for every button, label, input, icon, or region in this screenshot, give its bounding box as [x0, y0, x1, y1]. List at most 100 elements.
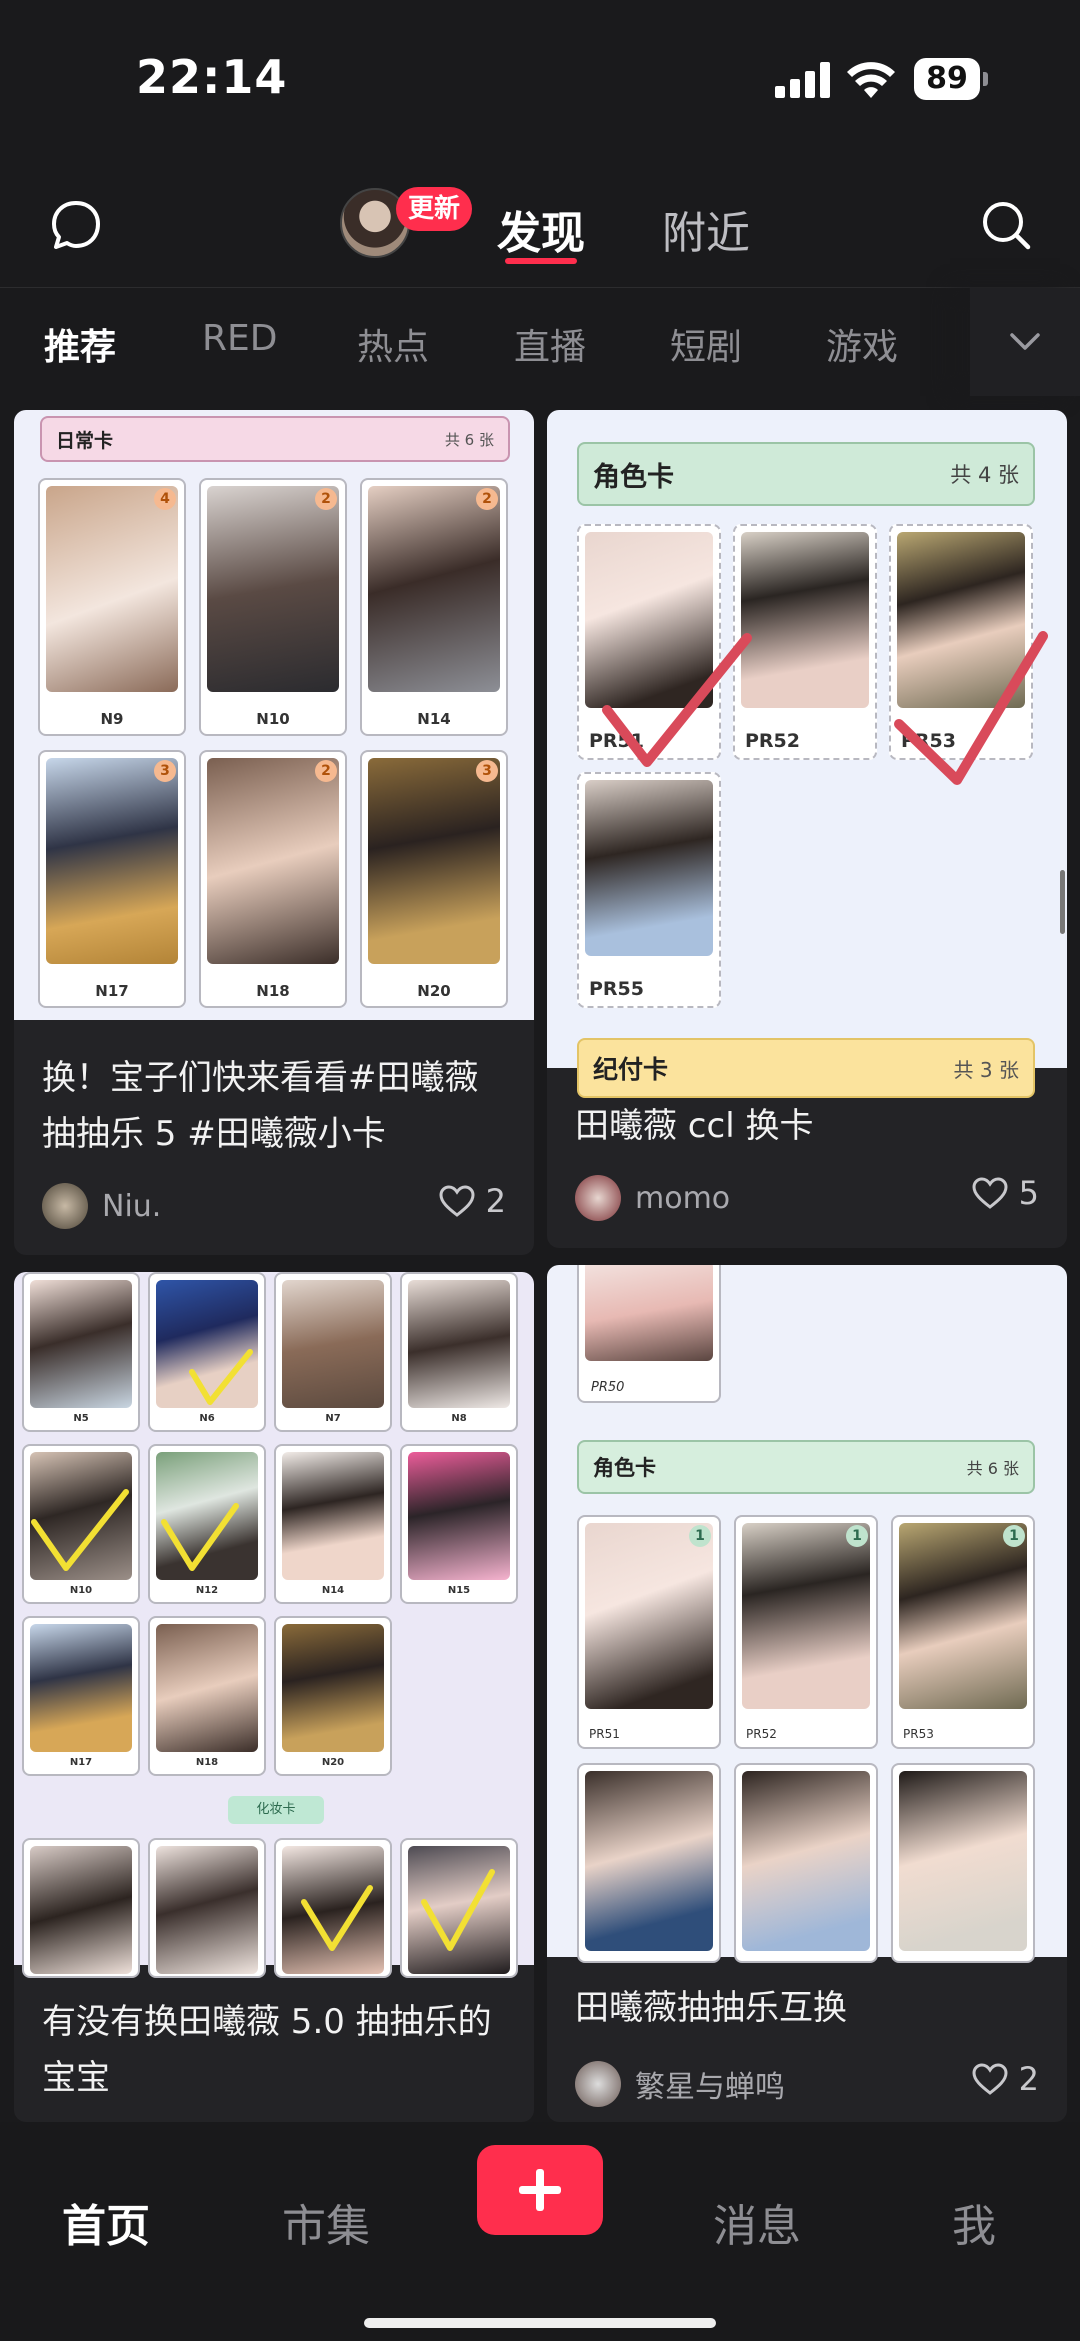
photo-card: 2 N10 — [199, 478, 347, 736]
card-count-badge: 2 — [476, 488, 498, 510]
section-count: 共 3 张 — [953, 1057, 1019, 1082]
heart-icon — [972, 2063, 1008, 2095]
card-author[interactable]: 繁星与蝉鸣 — [575, 2061, 785, 2107]
author-name: 繁星与蝉鸣 — [635, 2070, 785, 2105]
nav-me[interactable]: 我 — [952, 2190, 996, 2254]
card-count-badge: 2 — [315, 488, 337, 510]
photo-card: 3 N20 — [360, 750, 508, 1008]
author-avatar — [42, 1183, 88, 1229]
section-title: 日常卡 — [56, 429, 114, 452]
card-title: 有没有换田曦薇 5.0 抽抽乐的宝宝 — [42, 2002, 492, 2098]
top-nav: 更新 发现 附近 — [0, 175, 1080, 285]
search-icon[interactable] — [974, 193, 1038, 257]
plus-icon — [519, 2169, 561, 2211]
card-author[interactable]: momo — [575, 1175, 730, 1221]
author-avatar — [575, 2061, 621, 2107]
photocard-sheet: 角色卡 共 4 张 PR51 PR52 PR53 PR55 纪付卡 共 3 张 — [547, 410, 1067, 1098]
status-time: 22:14 — [136, 50, 288, 104]
channel-short-drama[interactable]: 短剧 — [670, 318, 742, 370]
feed-card[interactable]: PR50 角色卡 共 6 张 1 PR51 1 PR52 1 PR53 田曦薇抽… — [547, 1265, 1067, 2122]
card-label: N17 — [95, 982, 129, 1000]
app-root: 22:14 89 更新 发现 附近 推荐 RED 热点 直播 短剧 游戏 日常卡… — [0, 0, 1080, 2341]
like-button[interactable]: 5 — [971, 1174, 1039, 1212]
tab-discover[interactable]: 发现 — [497, 197, 585, 261]
card-count-badge: 1 — [846, 1525, 868, 1547]
card-count-badge: 2 — [315, 760, 337, 782]
section-header: 纪付卡 共 3 张 — [577, 1038, 1035, 1098]
card-count-badge: 1 — [1003, 1525, 1025, 1547]
photo-card: 1 PR51 — [577, 1515, 721, 1749]
photocard-sheet: PR50 角色卡 共 6 张 1 PR51 1 PR52 1 PR53 — [547, 1265, 1067, 1963]
author-name: momo — [635, 1180, 731, 1216]
section-count: 共 6 张 — [444, 430, 494, 449]
chat-bubble-icon[interactable] — [44, 193, 108, 257]
wifi-icon — [847, 62, 895, 98]
card-label: PR51 — [589, 1727, 620, 1741]
nav-market[interactable]: 市集 — [282, 2190, 370, 2254]
photo-card: 3 N17 — [38, 750, 186, 1008]
author-name: Niu. — [102, 1188, 162, 1224]
check-mark-annotations — [602, 631, 1048, 785]
photo-card — [734, 1763, 878, 1963]
battery-level: 89 — [926, 61, 968, 96]
card-label: N10 — [256, 710, 290, 728]
photo-card: 1 PR53 — [891, 1515, 1035, 1749]
photocard-sheet: N5 N6 N7 N8 N10 N12 N14 N15 N17 N18 N20 … — [14, 1272, 534, 1978]
feed-card[interactable]: 日常卡 共 6 张 4 N9 2 N10 2 N14 3 N17 2 N18 3… — [14, 410, 534, 1255]
like-count: 5 — [1018, 1174, 1039, 1212]
channel-recommend[interactable]: 推荐 — [44, 318, 116, 370]
card-label: N20 — [417, 982, 451, 1000]
like-count: 2 — [1018, 2060, 1039, 2098]
card-count-badge: 1 — [689, 1525, 711, 1547]
photo-card: 1 PR52 — [734, 1515, 878, 1749]
like-count: 2 — [485, 1182, 506, 1220]
card-count-badge: 3 — [476, 760, 498, 782]
card-title: 田曦薇抽抽乐互换 — [575, 1988, 847, 2028]
photo-card — [891, 1763, 1035, 1963]
section-header: 角色卡 共 6 张 — [577, 1440, 1035, 1494]
heart-icon — [972, 1177, 1008, 1209]
battery-icon: 89 — [914, 58, 988, 100]
section-header: 日常卡 共 6 张 — [40, 416, 510, 462]
tab-nearby[interactable]: 附近 — [662, 197, 750, 261]
channel-games[interactable]: 游戏 — [826, 318, 898, 370]
channel-hot[interactable]: 热点 — [357, 318, 429, 370]
section-title: 角色卡 — [593, 1456, 656, 1480]
channel-bar: 推荐 RED 热点 直播 短剧 游戏 — [0, 288, 1080, 396]
photo-card: 2 N18 — [199, 750, 347, 1008]
author-avatar — [575, 1175, 621, 1221]
card-cover-image: 角色卡 共 4 张 PR51 PR52 PR53 PR55 纪付卡 共 3 张 — [547, 410, 1067, 1098]
channel-expand-chevron-icon[interactable] — [970, 288, 1080, 396]
photocard-sheet: 日常卡 共 6 张 4 N9 2 N10 2 N14 3 N17 2 N18 3… — [14, 410, 534, 1020]
photo-card — [577, 1763, 721, 1963]
create-post-button[interactable] — [477, 2145, 603, 2235]
card-author[interactable]: Niu. — [42, 1183, 161, 1229]
channel-live[interactable]: 直播 — [514, 318, 586, 370]
channel-red[interactable]: RED — [202, 318, 277, 359]
update-badge: 更新 — [396, 187, 473, 231]
feed-card[interactable]: N5 N6 N7 N8 N10 N12 N14 N15 N17 N18 N20 … — [14, 1272, 534, 2122]
card-label: N9 — [100, 710, 124, 728]
like-button[interactable]: 2 — [971, 2060, 1039, 2098]
card-label: PR53 — [903, 1727, 934, 1741]
photo-card: PR50 — [577, 1265, 721, 1403]
scrollbar[interactable] — [1060, 870, 1065, 934]
card-count-badge: 4 — [154, 488, 176, 510]
card-label: PR52 — [746, 1727, 777, 1741]
section-count: 共 6 张 — [966, 1459, 1019, 1478]
like-button[interactable]: 2 — [438, 1182, 506, 1220]
nav-messages[interactable]: 消息 — [713, 2190, 801, 2254]
card-cover-image: 日常卡 共 6 张 4 N9 2 N10 2 N14 3 N17 2 N18 3… — [14, 410, 534, 1020]
bottom-nav: 首页 市集 消息 我 — [0, 2122, 1080, 2341]
card-label: N14 — [417, 710, 451, 728]
card-label: N18 — [256, 982, 290, 1000]
section-title: 纪付卡 — [593, 1055, 669, 1084]
nav-home[interactable]: 首页 — [62, 2190, 150, 2254]
status-bar: 22:14 89 — [0, 0, 1080, 160]
cellular-signal-icon — [775, 62, 830, 98]
heart-icon — [439, 1185, 475, 1217]
feed-card[interactable]: 角色卡 共 4 张 PR51 PR52 PR53 PR55 纪付卡 共 3 张 … — [547, 410, 1067, 1248]
card-title: 田曦薇 ccl 换卡 — [575, 1106, 814, 1146]
check-mark-annotations — [31, 1349, 495, 1951]
active-tab-indicator — [505, 258, 577, 264]
